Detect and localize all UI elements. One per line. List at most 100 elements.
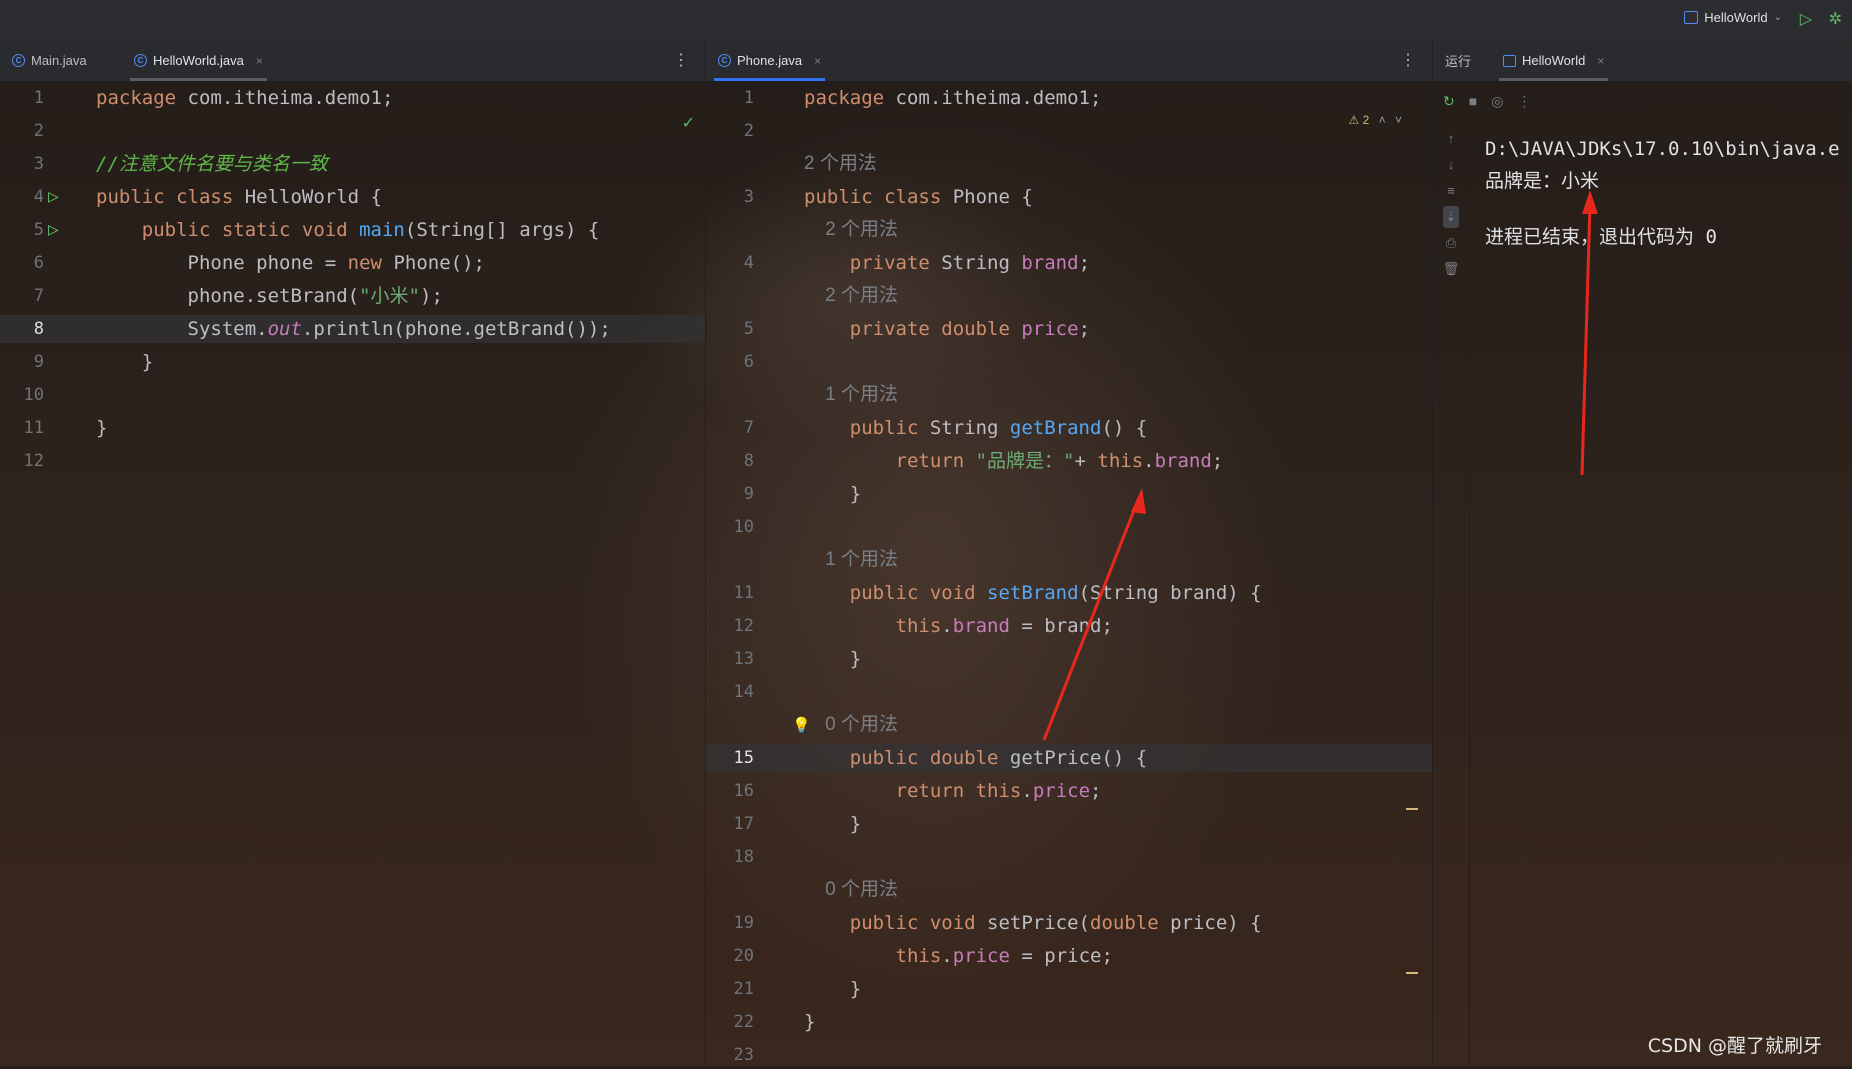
code-line[interactable]: 11} [0,414,705,442]
app-config-icon [1503,54,1516,67]
code-token: + [1074,450,1098,472]
trash-icon[interactable]: 🗑 [1443,258,1460,280]
console-output[interactable]: D:\JAVA\JDKs\17.0.10\bin\java.e 品牌是：小米 进… [1469,122,1852,1066]
code-token: price [1021,318,1079,340]
code-editor-helloworld[interactable]: 1 package com.itheima.demo1; 2 3 //注意文件名要与类名… [0,81,705,1066]
code-line[interactable]: 1 package com.itheima.demo1; [706,84,1432,112]
class-icon: C [134,54,147,67]
code-line[interactable]: 22} [706,1008,1432,1036]
tab-helloworld-java[interactable]: C HelloWorld.java × [124,40,273,81]
code-line[interactable]: 20 this.price = price; [706,942,1432,970]
scroll-to-end-icon[interactable]: ⇣ [1442,206,1460,228]
code-line[interactable]: 1 package com.itheima.demo1; [0,84,705,112]
inlay-hint-row[interactable]: 2 个用法 [706,150,1432,178]
code-line[interactable]: 11 public void setBrand(String brand) { [706,579,1432,607]
code-line[interactable]: 16 return this.price; [706,777,1432,805]
code-token: this [895,615,942,637]
stop-icon[interactable]: ■ [1469,93,1477,109]
code-line[interactable]: 13 } [706,645,1432,673]
code-line[interactable]: 3 public class Phone { [706,183,1432,211]
inlay-hint-row[interactable]: 2 个用法 [706,282,1432,310]
code-line[interactable]: 12 this.brand = brand; [706,612,1432,640]
code-editor-phone[interactable]: 1 package com.itheima.demo1; 2 2 个用法 3 public… [706,81,1432,1066]
inlay-hint-row[interactable]: 1 个用法 [706,381,1432,409]
arrow-up-icon[interactable]: ↑ [1448,128,1455,150]
code-token: } [96,351,154,373]
line-number: 4 [33,187,44,207]
code-line[interactable]: 10 [706,513,1432,541]
code-line[interactable]: 18 [706,843,1432,871]
run-gutter-icon[interactable]: ▷ [48,216,59,244]
code-line[interactable]: 7 public String getBrand() { [706,414,1432,442]
inlay-hint-row[interactable]: 1 个用法 [706,546,1432,574]
inlay-hint-row[interactable]: 0 个用法 [706,876,1432,904]
code-line[interactable]: 5 private double price; [706,315,1432,343]
line-number: 15 [733,748,754,768]
code-line[interactable]: 4 ▷ public class HelloWorld { [0,183,705,211]
code-line[interactable]: 4 private String brand; [706,249,1432,277]
code-token: public [849,417,930,439]
code-token: public class [804,186,953,208]
code-text: public class HelloWorld { [96,183,382,211]
line-number: 7 [33,286,44,306]
close-icon[interactable]: × [256,54,263,68]
rerun-icon[interactable]: ↻ [1443,93,1455,110]
tab-main-java[interactable]: C Main.java [2,40,97,81]
code-line[interactable]: 17 } [706,810,1432,838]
code-line[interactable]: 6 Phone phone = new Phone(); [0,249,705,277]
run-configuration-selector[interactable]: HelloWorld ⌄ [1684,10,1782,25]
code-line[interactable]: 8 return "品牌是："+ this.brand; [706,447,1432,475]
code-token: ; [1078,252,1091,274]
code-line[interactable]: 19 public void setPrice(double price) { [706,909,1432,937]
code-line[interactable]: 15 public double getPrice() { [706,744,1432,772]
code-token: public double [849,747,1010,769]
camera-icon[interactable]: ◎ [1491,93,1503,110]
line-number: 13 [733,649,754,669]
run-gutter-icon[interactable]: ▷ [48,183,59,211]
play-icon[interactable]: ▷ [1800,9,1812,29]
debug-icon[interactable]: ✲ [1829,9,1842,29]
code-line[interactable]: 6 [706,348,1432,376]
run-panel-title: 运行 [1435,40,1481,81]
more-options-icon[interactable]: ⋮ [673,50,689,70]
line-number: 19 [733,913,754,933]
code-line[interactable]: 12 [0,447,705,475]
code-text: return "品牌是："+ this.brand; [804,447,1224,475]
code-line[interactable]: 8 System.out.println(phone.getBrand()); [0,315,705,343]
code-line[interactable]: 23 [706,1041,1432,1069]
run-toolbar: ↻ ■ ◎ ⋮ [1433,81,1852,121]
code-line[interactable]: 14 [706,678,1432,706]
code-line[interactable]: 9 } [706,480,1432,508]
print-icon[interactable]: ⎙ [1446,232,1456,254]
tab-label: Main.java [31,53,87,68]
code-token: setPrice( [987,912,1090,934]
inlay-hint-row[interactable]: 💡 0 个用法 [706,711,1432,739]
line-number: 12 [23,451,44,471]
code-line[interactable]: 2 [0,117,705,145]
code-text: } [96,414,107,442]
tab-phone-java[interactable]: C Phone.java × [708,40,831,81]
code-token: //注意文件名要与类名一致 [96,153,328,175]
inlay-hint-row[interactable]: 2 个用法 [706,216,1432,244]
code-line[interactable]: 21 } [706,975,1432,1003]
usage-hint: 0 个用法 [804,879,898,900]
code-line[interactable]: 7 phone.setBrand("小米"); [0,282,705,310]
more-options-icon[interactable]: ⋮ [1517,93,1531,110]
more-options-icon[interactable]: ⋮ [1400,50,1416,70]
close-icon[interactable]: × [1597,54,1604,68]
code-line[interactable]: 3 //注意文件名要与类名一致 [0,150,705,178]
title-bar: HelloWorld ⌄ ▷ ✲ [0,0,1852,41]
soft-wrap-icon[interactable]: ≡ [1447,180,1455,202]
code-line[interactable]: 2 [706,117,1432,145]
run-title-label: 运行 [1445,54,1472,69]
arrow-down-icon[interactable]: ↓ [1448,154,1455,176]
usage-hint: 1 个用法 [804,549,898,570]
code-line[interactable]: 9 } [0,348,705,376]
close-icon[interactable]: × [814,54,821,68]
tab-run-helloworld[interactable]: HelloWorld × [1493,40,1614,81]
code-line[interactable]: 5 ▷ public static void main(String[] args… [0,216,705,244]
code-line[interactable]: 10 [0,381,705,409]
